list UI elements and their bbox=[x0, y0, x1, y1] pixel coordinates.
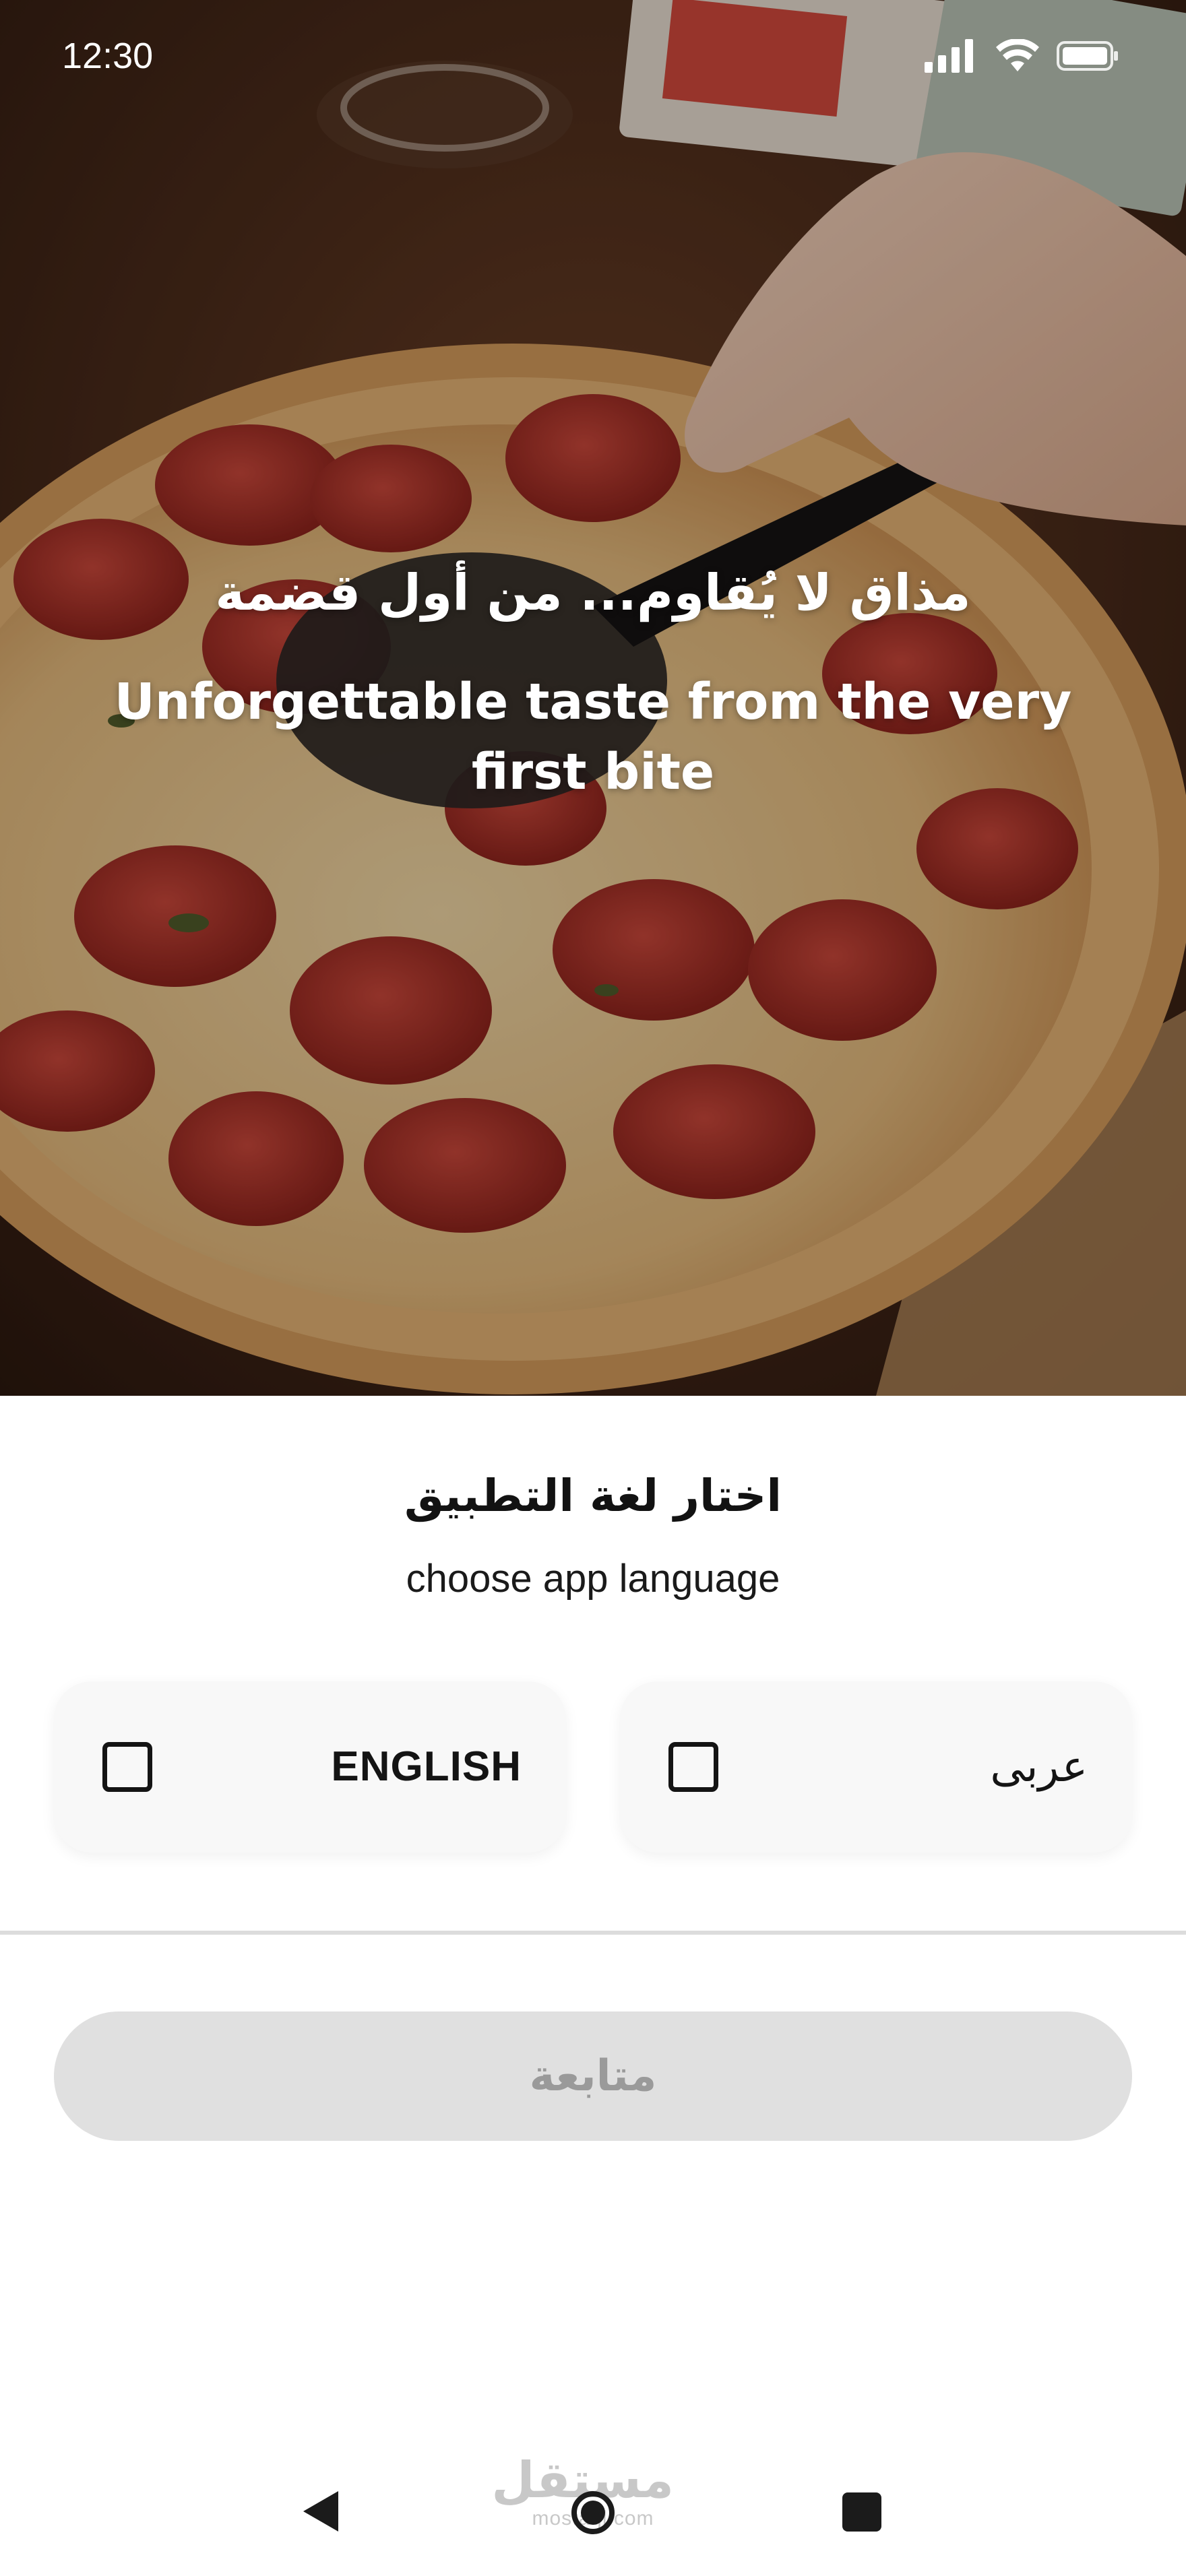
divider bbox=[0, 1931, 1186, 1935]
arabic-label: عربى bbox=[990, 1742, 1088, 1792]
status-icons bbox=[925, 39, 1119, 73]
continue-button[interactable]: متابعة bbox=[54, 2011, 1132, 2141]
hero-banner: مذاق لا يُقاوم... من أول قضمة Unforgetta… bbox=[0, 0, 1186, 1396]
english-checkbox[interactable] bbox=[102, 1742, 152, 1792]
recent-apps-icon[interactable] bbox=[842, 2492, 881, 2532]
hero-tagline: مذاق لا يُقاوم... من أول قضمة Unforgetta… bbox=[108, 559, 1078, 807]
status-time: 12:30 bbox=[62, 36, 154, 76]
battery-icon bbox=[1057, 41, 1118, 71]
arabic-checkbox[interactable] bbox=[668, 1742, 718, 1792]
home-icon[interactable] bbox=[570, 2490, 616, 2536]
hero-tagline-arabic: مذاق لا يُقاوم... من أول قضمة bbox=[215, 564, 971, 622]
language-sheet: اختار لغة التطبيق choose app language EN… bbox=[0, 1396, 1186, 2576]
language-option-english[interactable]: ENGLISH bbox=[54, 1681, 566, 1853]
signal-icon bbox=[925, 39, 973, 73]
status-bar: 12:30 bbox=[0, 0, 1186, 115]
back-icon[interactable] bbox=[301, 2490, 341, 2533]
english-label: ENGLISH bbox=[331, 1743, 522, 1790]
hero-tagline-english: Unforgettable taste from the very first … bbox=[114, 673, 1072, 801]
sheet-title-english: choose app language bbox=[406, 1557, 780, 1601]
system-nav-bar bbox=[0, 2445, 1186, 2576]
sheet-title-arabic: اختار لغة التطبيق bbox=[404, 1470, 782, 1522]
language-option-arabic[interactable]: عربى bbox=[620, 1681, 1132, 1853]
wifi-icon bbox=[996, 39, 1039, 71]
